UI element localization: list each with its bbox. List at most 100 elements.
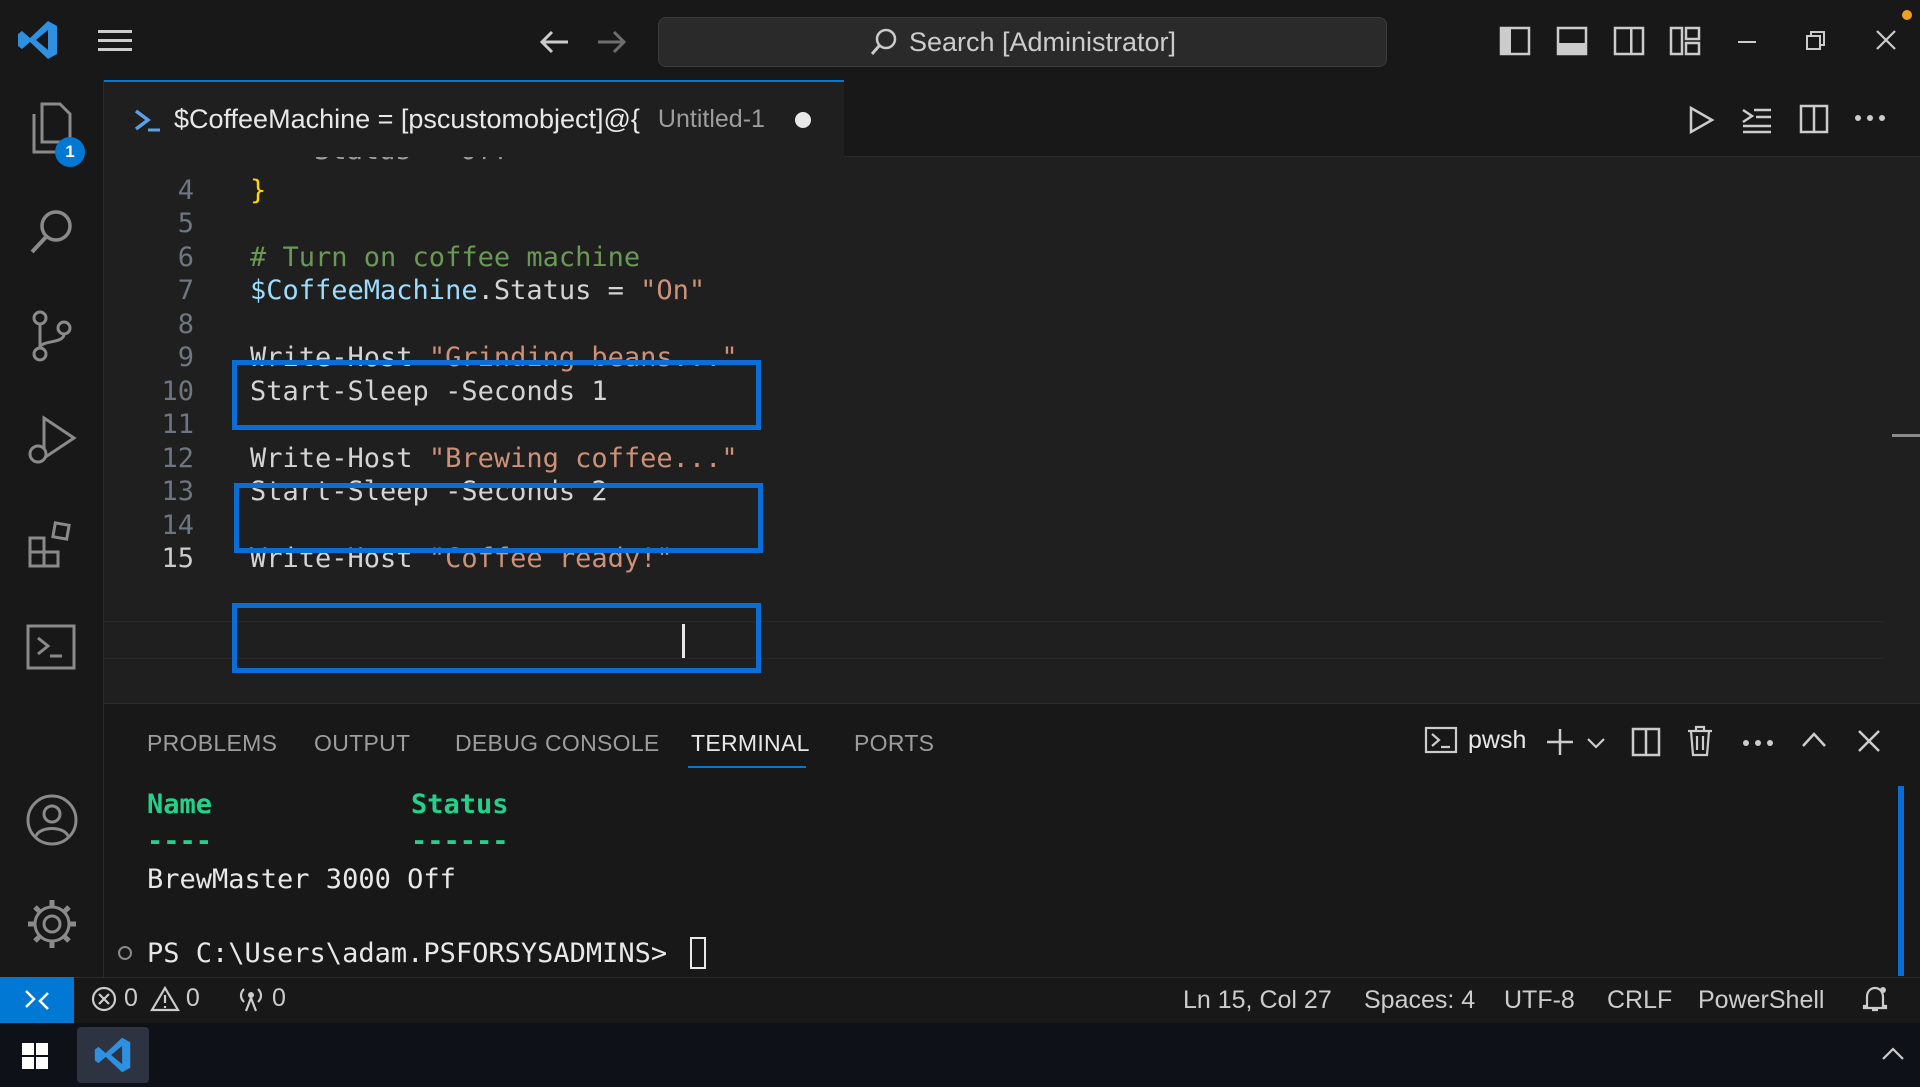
code-line: }: [250, 175, 267, 206]
menu-icon[interactable]: [96, 26, 136, 56]
close-window-icon[interactable]: [1874, 28, 1898, 52]
search-view-icon[interactable]: [22, 202, 82, 262]
line-number-active: 15: [161, 543, 194, 574]
close-panel-icon[interactable]: [1856, 728, 1882, 754]
line-number: 6: [177, 242, 194, 273]
problems-status[interactable]: 0 0: [90, 984, 200, 1013]
cursor-position[interactable]: Ln 15, Col 27: [1183, 986, 1332, 1015]
code-line-fragment: Status = Off: [314, 157, 509, 166]
line-number: 14: [161, 510, 194, 541]
run-file-icon[interactable]: [1686, 104, 1716, 136]
highlight-box-brewing: [234, 483, 763, 553]
split-editor-icon[interactable]: [1798, 102, 1830, 136]
tab-output[interactable]: OUTPUT: [314, 730, 410, 757]
terminal-header-name: Name: [147, 789, 213, 820]
tab-title: $CoffeeMachine = [pscustomobject]@{: [174, 104, 640, 134]
toggle-panel-icon[interactable]: [1555, 24, 1589, 58]
terminal-output-row: BrewMaster 3000 Off: [147, 864, 456, 895]
settings-gear-icon[interactable]: [22, 894, 82, 954]
terminal-shell-icon: [1424, 726, 1458, 754]
maximize-panel-icon[interactable]: [1800, 730, 1828, 750]
code-command: Write-Host: [250, 443, 429, 474]
active-tab-indicator: [688, 766, 806, 768]
editor-scrollbar-marker[interactable]: [1892, 434, 1920, 437]
code-string: "On": [640, 275, 706, 306]
code-string: "Brewing coffee...": [428, 443, 738, 474]
code-text: .Status =: [477, 275, 641, 306]
error-icon: [91, 986, 117, 1011]
split-terminal-icon[interactable]: [1630, 726, 1662, 758]
terminal-view-icon[interactable]: [22, 618, 82, 678]
windows-start-icon[interactable]: [22, 1043, 48, 1069]
trash-icon[interactable]: [1686, 724, 1714, 758]
indentation-status[interactable]: Spaces: 4: [1364, 986, 1475, 1015]
terminal-cursor: [690, 937, 706, 969]
language-mode[interactable]: PowerShell: [1698, 986, 1824, 1015]
ports-count: 0: [272, 984, 286, 1012]
broadcast-icon: [239, 987, 263, 1011]
highlight-box-grinding: [232, 360, 761, 430]
line-number: 5: [177, 208, 194, 239]
eol-status[interactable]: CRLF: [1607, 986, 1672, 1015]
run-debug-icon[interactable]: [22, 410, 82, 470]
warning-count: 0: [185, 984, 200, 1012]
terminal-separator-status: ------: [411, 826, 509, 857]
toggle-primary-sidebar-icon[interactable]: [1498, 24, 1532, 58]
highlight-box-ready: [232, 603, 761, 673]
tab-problems[interactable]: PROBLEMS: [147, 730, 277, 757]
taskbar-vscode-icon[interactable]: [77, 1027, 149, 1083]
encoding-status[interactable]: UTF-8: [1504, 986, 1575, 1015]
tab-debug-console[interactable]: DEBUG CONSOLE: [455, 730, 660, 757]
terminal-shell-selector[interactable]: pwsh: [1424, 725, 1526, 755]
terminal-prompt: PS C:\Users\adam.PSFORSYSADMINS>: [147, 938, 668, 969]
editor-more-actions-icon[interactable]: [1854, 108, 1886, 128]
unsaved-dot-icon[interactable]: [794, 111, 811, 128]
tab-terminal[interactable]: TERMINAL: [691, 730, 810, 757]
title-bar: Search [Administrator]: [0, 0, 1920, 81]
line-number: 7: [177, 275, 194, 306]
remote-indicator-icon[interactable]: [0, 977, 74, 1023]
line-number: 13: [161, 476, 194, 507]
tab-ports[interactable]: PORTS: [854, 730, 934, 757]
panel-more-actions-icon[interactable]: [1742, 733, 1774, 753]
run-selection-icon[interactable]: [1740, 104, 1774, 136]
new-terminal-icon[interactable]: [1544, 726, 1576, 758]
tab-description: Untitled-1: [657, 105, 765, 133]
terminal-scrollbar[interactable]: [1898, 786, 1904, 976]
powershell-file-icon: [134, 109, 160, 131]
source-control-icon[interactable]: [22, 306, 82, 366]
warning-icon: [149, 985, 180, 1011]
show-hidden-icons-chevron-up-icon[interactable]: [1880, 1044, 1906, 1064]
extensions-icon[interactable]: [22, 514, 82, 574]
command-decoration-icon[interactable]: [118, 946, 132, 960]
minimize-icon[interactable]: [1736, 24, 1760, 58]
line-number: 10: [161, 376, 194, 407]
editor-tab-untitled-1[interactable]: $CoffeeMachine = [pscustomobject]@{ Unti…: [104, 80, 844, 157]
line-number: 11: [161, 409, 194, 440]
code-line: $CoffeeMachine.Status = "On": [250, 275, 705, 306]
accounts-icon[interactable]: [22, 790, 82, 850]
chevron-down-icon[interactable]: [1586, 736, 1606, 750]
explorer-badge: 1: [55, 137, 85, 167]
code-line: Write-Host "Brewing coffee...": [250, 443, 738, 474]
ports-status[interactable]: 0: [236, 984, 286, 1013]
error-count: 0: [124, 984, 138, 1012]
line-number: 4: [177, 175, 194, 206]
terminal-header-status: Status: [411, 789, 509, 820]
command-center-search[interactable]: Search [Administrator]: [658, 17, 1387, 67]
os-taskbar: [0, 1023, 1920, 1087]
back-arrow-icon[interactable]: [538, 27, 572, 57]
vscode-logo-icon: [16, 18, 60, 62]
code-variable: $CoffeeMachine: [250, 275, 478, 306]
update-indicator: [1902, 10, 1912, 20]
customize-layout-icon[interactable]: [1668, 24, 1702, 58]
line-number: 12: [161, 443, 194, 474]
toggle-secondary-sidebar-icon[interactable]: [1612, 24, 1646, 58]
search-text: Search [Administrator]: [908, 26, 1177, 57]
forward-arrow-icon[interactable]: [594, 27, 628, 57]
code-comment: # Turn on coffee machine: [250, 242, 641, 273]
notifications-bell-icon[interactable]: [1860, 984, 1890, 1014]
restore-icon[interactable]: [1805, 30, 1827, 52]
terminal-separator-name: ----: [147, 826, 213, 857]
line-number: 8: [177, 309, 194, 340]
